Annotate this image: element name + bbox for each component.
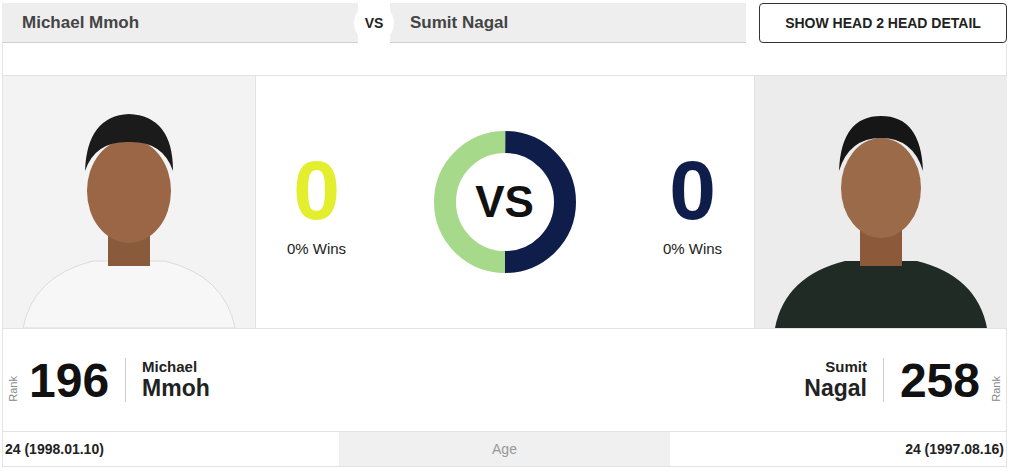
player-one-last-name: Mmoh [142, 375, 210, 402]
head-to-head-page: Michael Mmoh VS Sumit Nagal SHOW HEAD 2 … [0, 0, 1024, 471]
divider [883, 358, 884, 402]
player-two-wins: 0 [669, 148, 716, 232]
comparison-card: 0 0% Wins VS 0 0% Wins Rank 196 Michael … [2, 44, 1007, 467]
player-one-age: 24 (1998.01.10) [3, 432, 339, 466]
rank-row: Rank 196 Michael Mmoh Sumit Nagal 258 Ra… [3, 329, 1006, 431]
player-two-age: 24 (1997.08.16) [670, 432, 1006, 466]
player-two-name: Sumit Nagal [804, 358, 867, 402]
player-two-field[interactable]: Sumit Nagal [390, 3, 746, 43]
comparison-main: 0 0% Wins VS 0 0% Wins [3, 76, 1006, 329]
player-one-wins: 0 [293, 148, 340, 232]
spacer-strip [3, 44, 1006, 76]
player-one-rank: 196 [29, 353, 109, 408]
age-row: 24 (1998.01.10) Age 24 (1997.08.16) [3, 431, 1006, 467]
player-two-win-percent: 0% Wins [663, 240, 722, 257]
wins-donut: VS [432, 129, 578, 275]
player-two-first-name: Sumit [804, 358, 867, 375]
score-area: 0 0% Wins VS 0 0% Wins [255, 76, 754, 328]
donut-vs-label: VS [432, 129, 578, 275]
head-to-head-detail-button[interactable]: SHOW HEAD 2 HEAD DETAIL [759, 3, 1007, 43]
player-one-portrait-icon [3, 76, 255, 328]
player-bar: Michael Mmoh VS Sumit Nagal SHOW HEAD 2 … [0, 0, 1024, 44]
player-two-rank-block: Sumit Nagal 258 Rank [804, 353, 1002, 408]
age-label: Age [339, 432, 670, 466]
vs-badge: VS [354, 3, 394, 43]
player-two-rank: 258 [900, 353, 980, 408]
player-one-rank-block: Rank 196 Michael Mmoh [7, 353, 210, 408]
player-one-name: Michael Mmoh [142, 358, 210, 402]
player-two-score: 0 0% Wins [648, 148, 738, 257]
player-one-score: 0 0% Wins [272, 148, 362, 257]
player-one-photo [3, 76, 256, 328]
player-one-field[interactable]: Michael Mmoh [2, 3, 358, 43]
player-one-first-name: Michael [142, 358, 210, 375]
player-one-win-percent: 0% Wins [287, 240, 346, 257]
player-two-portrait-icon [755, 76, 1007, 328]
player-two-last-name: Nagal [804, 375, 867, 402]
player-one-rank-label: Rank [7, 376, 19, 402]
player-two-photo [754, 76, 1007, 328]
divider [125, 358, 126, 402]
player-two-rank-label: Rank [990, 376, 1002, 402]
